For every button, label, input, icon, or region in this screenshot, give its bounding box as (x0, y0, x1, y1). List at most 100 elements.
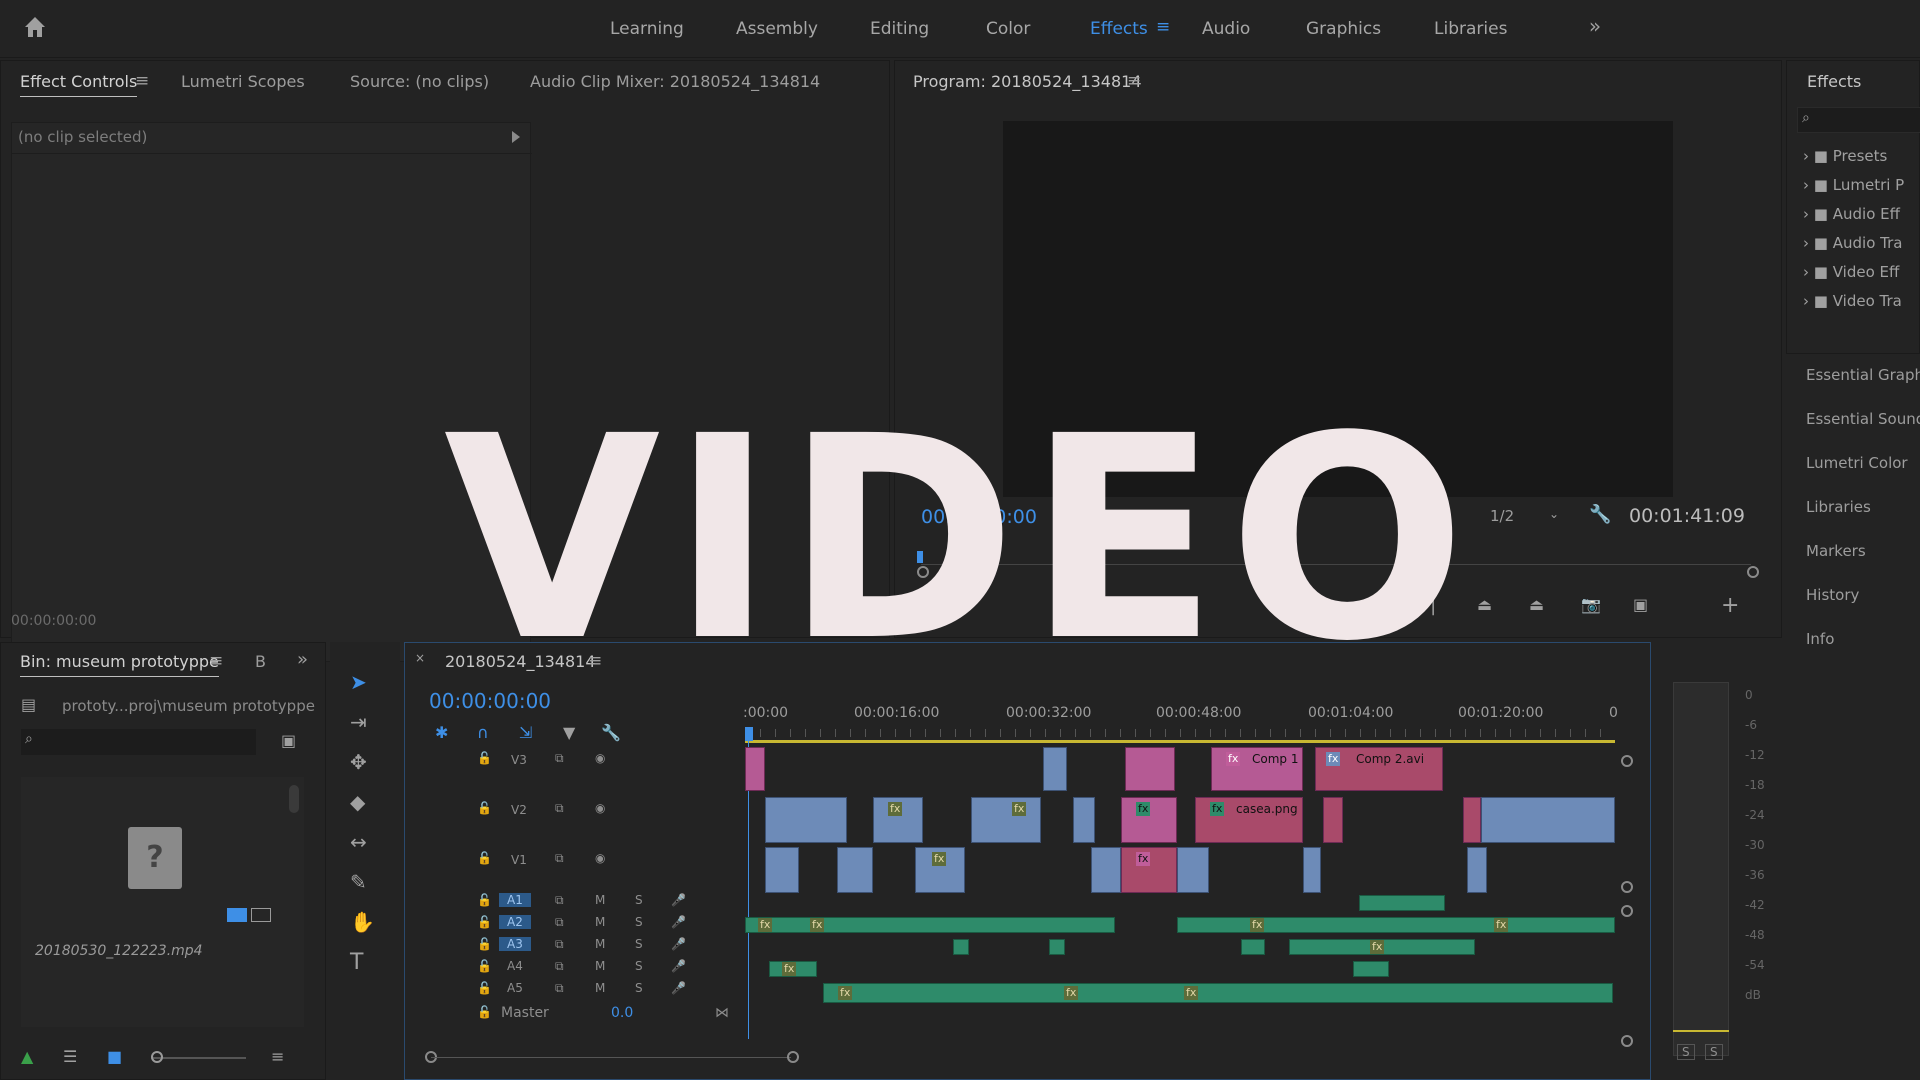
program-current-timecode[interactable]: 00:00:00:00 (921, 506, 1037, 528)
add-button-icon[interactable]: + (1721, 593, 1739, 618)
lock-icon[interactable]: 🔓 (477, 851, 492, 865)
double-chevron-right-icon[interactable]: » (297, 649, 308, 670)
bin-file-name[interactable]: 20180530_122223.mp4 (35, 943, 203, 959)
go-to-out-icon[interactable]: →| (1415, 595, 1436, 616)
new-bin-icon[interactable]: ▣ (281, 731, 296, 750)
missing-file-icon[interactable]: ? (128, 827, 182, 889)
side-item-markers[interactable]: Markers (1806, 542, 1866, 560)
lock-icon[interactable]: ▲ (21, 1047, 33, 1066)
master-value[interactable]: 0.0 (611, 1005, 633, 1021)
effects-search-input[interactable]: ⌕ (1797, 107, 1920, 133)
folder-video-effects[interactable]: › ■ Video Eff (1803, 263, 1899, 281)
track-label-a3[interactable]: A3 (499, 937, 531, 951)
sort-icon[interactable]: ≡ (271, 1047, 284, 1066)
workspace-assembly[interactable]: Assembly (736, 0, 818, 58)
resolution-select[interactable]: 1/2 (1490, 507, 1514, 525)
clip[interactable] (1091, 847, 1121, 893)
track-label-a2[interactable]: A2 (499, 915, 531, 929)
audio-clip[interactable]: fx (769, 961, 817, 977)
type-tool-icon[interactable]: T (350, 950, 363, 975)
workspace-menu-icon[interactable]: ≡ (1156, 17, 1170, 37)
lock-icon[interactable]: 🔓 (477, 937, 492, 951)
workspace-audio[interactable]: Audio (1202, 0, 1250, 58)
lock-icon[interactable]: 🔓 (477, 801, 492, 815)
playhead[interactable] (917, 551, 923, 563)
folder-presets[interactable]: › ■ Presets (1803, 147, 1887, 165)
sync-icon[interactable]: ⧉ (555, 981, 564, 996)
clip[interactable] (1463, 797, 1481, 843)
timeline-timecode[interactable]: 00:00:00:00 (429, 689, 551, 713)
vertical-scroll-handle[interactable] (1621, 905, 1633, 917)
program-menu-icon[interactable]: ≡ (1127, 71, 1141, 91)
vertical-scroll-handle[interactable] (1621, 1035, 1633, 1047)
sync-icon[interactable]: ⧉ (555, 915, 564, 930)
side-item-info[interactable]: Info (1806, 630, 1834, 648)
lift-icon[interactable]: ⏏ (1477, 595, 1492, 614)
workspace-editing[interactable]: Editing (870, 0, 929, 58)
sync-icon[interactable]: ⧉ (555, 893, 564, 908)
wrench-icon[interactable]: 🔧 (601, 723, 621, 742)
lock-icon[interactable]: 🔓 (477, 981, 492, 995)
clip[interactable]: fx casea.png (1195, 797, 1303, 843)
program-viewer[interactable] (1003, 121, 1673, 497)
audio-clip[interactable]: fx fx fx (823, 983, 1613, 1003)
audio-clip[interactable] (953, 939, 969, 955)
solo-button[interactable]: S (635, 981, 643, 995)
scroll-handle[interactable] (1747, 566, 1759, 578)
clip[interactable] (1125, 747, 1175, 791)
folder-audio-effects[interactable]: › ■ Audio Eff (1803, 205, 1900, 223)
timeline-tab[interactable]: 20180524_134814 (445, 647, 596, 677)
folder-up-icon[interactable]: ▤ (21, 695, 36, 714)
lock-icon[interactable]: 🔓 (477, 893, 492, 907)
folder-audio-transitions[interactable]: › ■ Audio Tra (1803, 234, 1902, 252)
chevron-down-icon[interactable]: ⌄ (1549, 507, 1559, 521)
audio-clip[interactable]: fx fx (1177, 917, 1615, 933)
bowtie-icon[interactable]: ⋈ (715, 1005, 729, 1021)
timeline-scrollbar[interactable] (431, 1057, 791, 1058)
slip-tool-icon[interactable]: ↔ (350, 830, 367, 854)
audio-clip[interactable] (1353, 961, 1389, 977)
lock-icon[interactable]: 🔓 (477, 915, 492, 929)
scroll-handle[interactable] (917, 566, 929, 578)
camera-icon[interactable]: 📷 (1581, 595, 1601, 614)
vertical-scroll-handle[interactable] (1621, 881, 1633, 893)
solo-button[interactable]: S (635, 937, 643, 951)
mic-icon[interactable]: 🎤 (671, 959, 686, 973)
double-chevron-right-icon[interactable]: » (1580, 14, 1610, 38)
solo-button[interactable]: S (635, 959, 643, 973)
clip[interactable] (1043, 747, 1067, 791)
clip[interactable] (1481, 797, 1615, 843)
track-select-tool-icon[interactable]: ⇥ (350, 710, 367, 734)
ripple-edit-tool-icon[interactable]: ✥ (350, 750, 367, 774)
icon-view-icon[interactable]: ■ (107, 1047, 122, 1066)
lock-icon[interactable]: 🔓 (477, 1005, 492, 1019)
mic-icon[interactable]: 🎤 (671, 915, 686, 929)
timeline-tracks[interactable]: fx Comp 1 fx Comp 2.avi fx fx fx fx casea.p… (745, 743, 1615, 1043)
clip[interactable] (765, 797, 847, 843)
bin-menu-icon[interactable]: ≡ (209, 651, 223, 671)
clip[interactable] (1323, 797, 1343, 843)
clip[interactable] (1467, 847, 1487, 893)
audio-clip[interactable] (1049, 939, 1065, 955)
side-item-lumetri-color[interactable]: Lumetri Color (1806, 454, 1908, 472)
nest-icon[interactable]: ✱ (435, 723, 448, 742)
clip[interactable] (837, 847, 873, 893)
clip[interactable]: fx (915, 847, 965, 893)
linked-selection-icon[interactable]: ⇲ (519, 723, 532, 742)
mute-button[interactable]: M (595, 959, 605, 973)
snap-icon[interactable]: ∩ (477, 723, 489, 742)
clip[interactable]: fx (1121, 847, 1177, 893)
folder-video-transitions[interactable]: › ■ Video Tra (1803, 292, 1902, 310)
tab-source[interactable]: Source: (no clips) (350, 67, 489, 97)
workspace-effects[interactable]: Effects (1090, 0, 1148, 58)
mute-button[interactable]: M (595, 915, 605, 929)
sync-icon[interactable]: ⧉ (555, 751, 564, 766)
workspace-learning[interactable]: Learning (610, 0, 684, 58)
zoom-slider[interactable] (151, 1057, 246, 1059)
play-triangle-icon[interactable] (512, 131, 520, 143)
side-item-essential-sound[interactable]: Essential Sound (1806, 410, 1920, 428)
side-item-essential-graphics[interactable]: Essential Graphi (1806, 366, 1920, 384)
solo-button[interactable]: S (635, 915, 643, 929)
timeline-scroll-handle[interactable] (787, 1051, 799, 1063)
solo-button[interactable]: S (635, 893, 643, 907)
